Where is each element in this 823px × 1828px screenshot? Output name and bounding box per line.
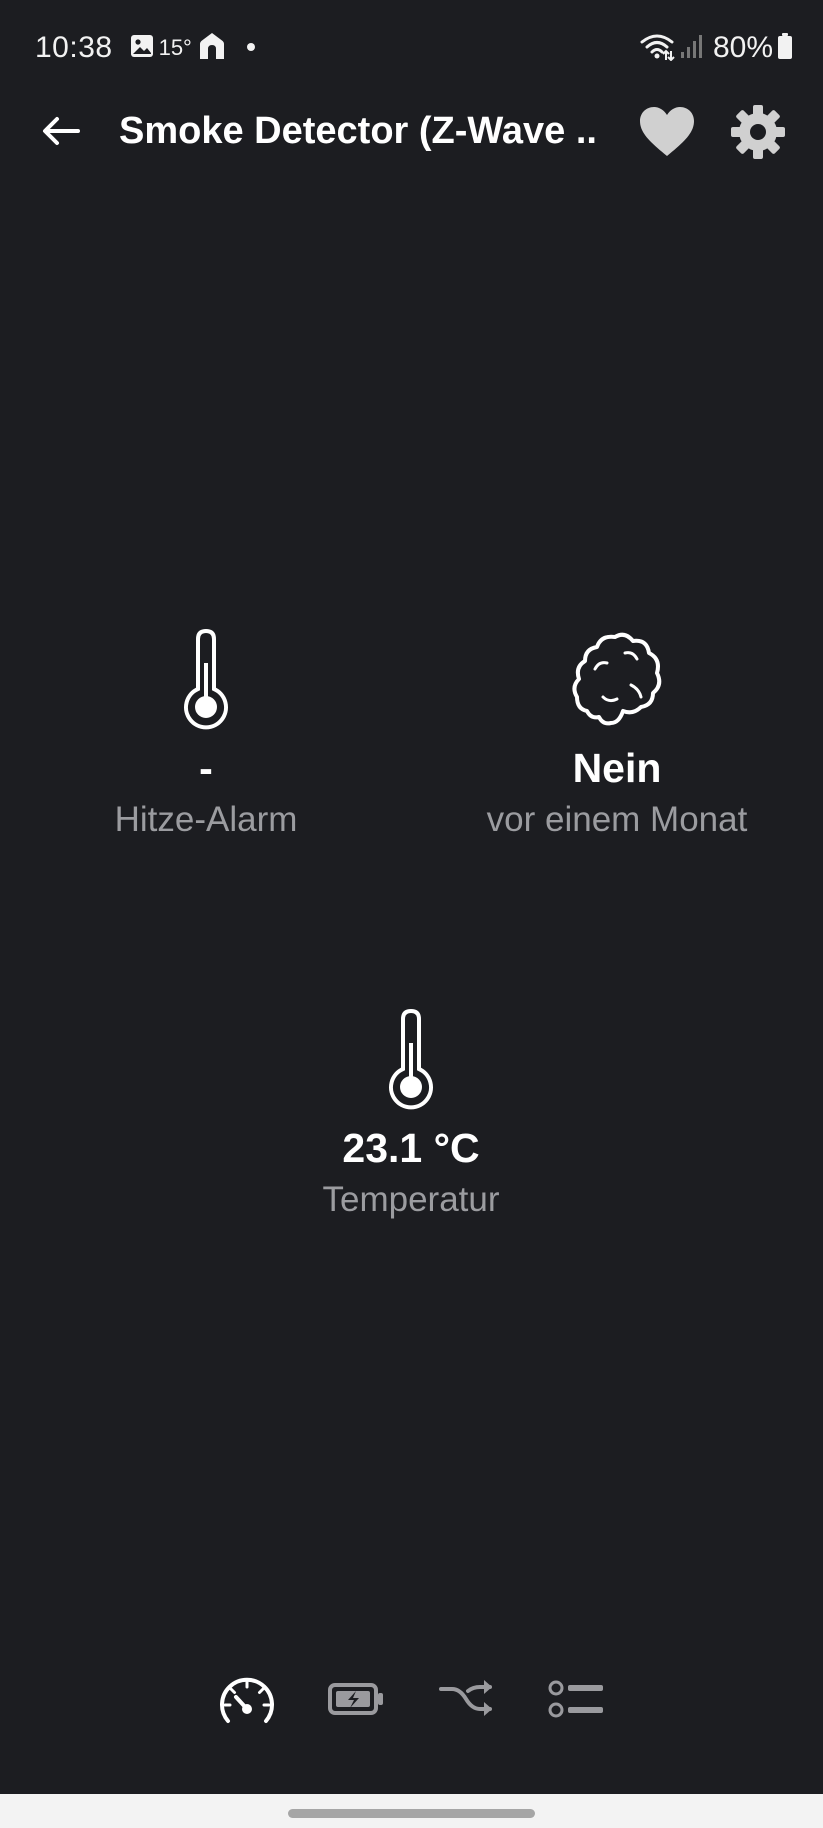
page-title: Smoke Detector (Z-Wave ... (119, 110, 597, 152)
back-button[interactable] (38, 110, 84, 152)
status-time: 10:38 (35, 31, 113, 64)
nav-automation-button[interactable] (438, 1670, 496, 1728)
temperature-value: 23.1 °C (342, 1125, 480, 1171)
smoke-icon (427, 624, 807, 734)
nav-dashboard-button[interactable] (218, 1670, 276, 1728)
dot-icon (246, 39, 256, 57)
shuffle-icon (438, 1680, 492, 1716)
battery-charging-icon (327, 1683, 383, 1715)
tile-smoke[interactable]: Nein vor einem Monat (427, 624, 807, 842)
status-bar: 10:38 15° 80% (0, 0, 823, 96)
wifi-icon (639, 31, 675, 66)
thermometer-icon (221, 1004, 601, 1114)
battery-percentage: 80% (712, 31, 773, 64)
device-screen: 10:38 15° 80% Smoke Detector (Z-Wave ...… (0, 0, 823, 1828)
favorite-button[interactable] (636, 104, 698, 160)
tile-temperature[interactable]: 23.1 °C Temperatur (221, 1004, 601, 1222)
bottom-navigation (0, 1670, 823, 1736)
nav-battery-button[interactable] (327, 1670, 386, 1728)
back-arrow-icon (43, 117, 80, 145)
battery-icon (777, 32, 793, 65)
speedometer-icon (219, 1677, 274, 1723)
gear-icon (731, 105, 785, 159)
thermometer-icon (16, 624, 396, 734)
home-gesture-handle[interactable] (288, 1809, 535, 1818)
home-icon (196, 30, 228, 67)
list-icon (548, 1680, 603, 1718)
heart-icon (640, 107, 694, 156)
status-left: 10:38 15° (35, 28, 256, 68)
status-right: 80% (639, 28, 793, 68)
temperature-label: Temperatur (322, 1180, 500, 1219)
nav-details-button[interactable] (548, 1670, 606, 1728)
heat-alarm-label: Hitze-Alarm (114, 800, 298, 839)
signal-icon (679, 32, 705, 65)
tile-heat-alarm[interactable]: - Hitze-Alarm (16, 624, 396, 842)
smoke-label: vor einem Monat (486, 800, 748, 839)
image-icon (129, 33, 155, 64)
smoke-value: Nein (572, 745, 662, 791)
settings-button[interactable] (728, 102, 788, 162)
status-temperature: 15° (158, 35, 192, 60)
app-bar: Smoke Detector (Z-Wave ... (0, 96, 823, 166)
heat-alarm-value: - (199, 745, 213, 791)
gesture-navigation-bar (0, 1794, 823, 1828)
